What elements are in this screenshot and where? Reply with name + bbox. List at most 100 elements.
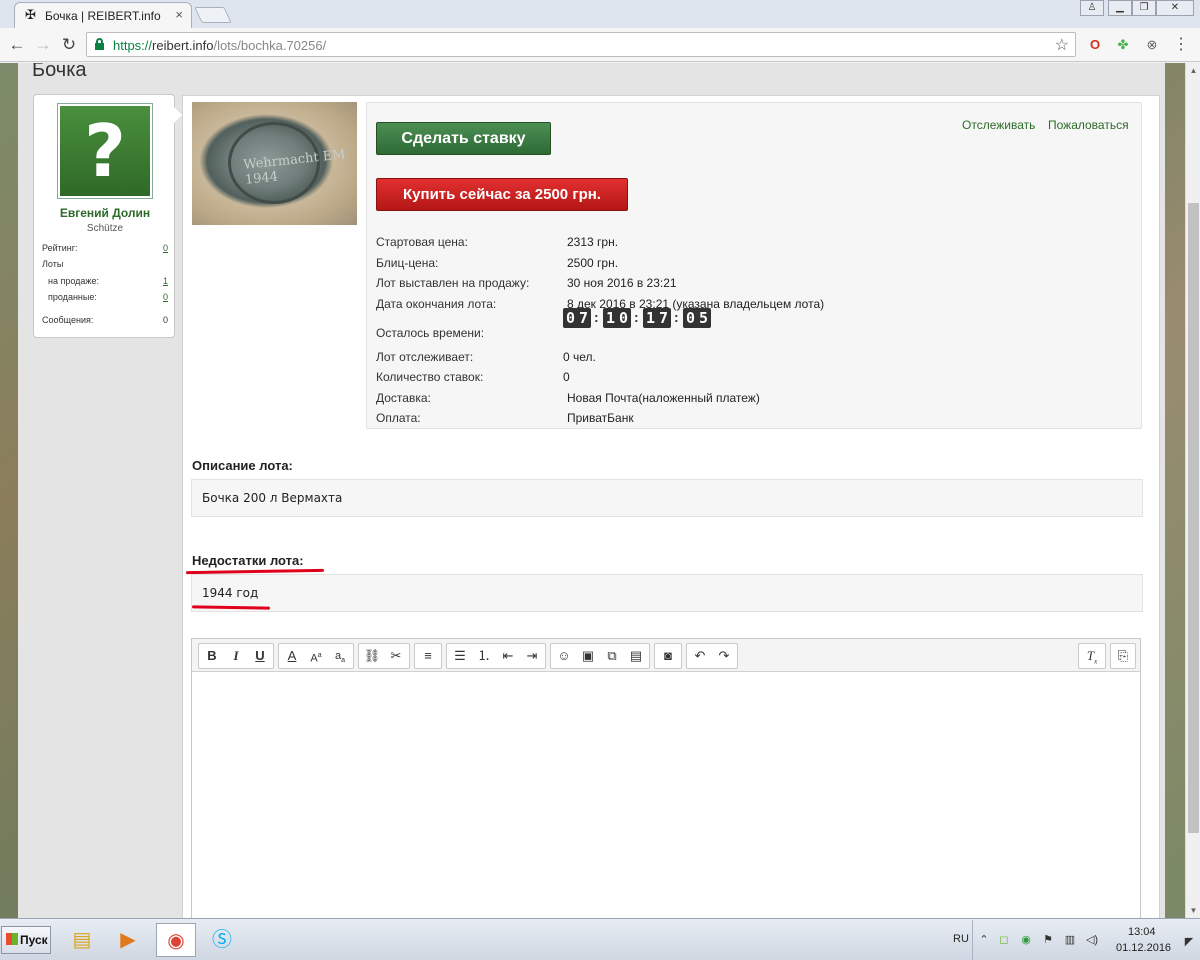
clock-date[interactable]: 01.12.2016 xyxy=(1116,942,1171,954)
editor-toolbar: B I U A Aa aa ⛓ ✂ ≡ ☰ ⒈ ⇤ ⇥ ☺ ▣ ⧉ ▤ ◙ ↶ … xyxy=(192,639,1140,672)
browser-tab[interactable]: ✠ Бочка | REIBERT.info × xyxy=(14,2,192,28)
tray-shield-icon[interactable]: ◉ xyxy=(1019,933,1033,947)
file-explorer-icon[interactable]: ▤ xyxy=(62,923,102,957)
buy-now-button[interactable]: Купить сейчас за 2500 грн. xyxy=(376,178,628,211)
description-box: Бочка 200 л Вермахта xyxy=(191,479,1143,517)
timer-hours: 10 xyxy=(603,308,631,328)
payment-value: ПриватБанк xyxy=(567,411,634,425)
messages-value: 0 xyxy=(162,315,168,325)
payment-label: Оплата: xyxy=(376,411,421,425)
seller-name[interactable]: Евгений Долин xyxy=(34,206,176,220)
italic-icon[interactable]: I xyxy=(226,647,246,665)
bookmark-star-icon[interactable]: ☆ xyxy=(1055,35,1069,55)
listed-date-value: 30 ноя 2016 в 23:21 xyxy=(567,276,677,290)
camera-group: ◙ xyxy=(654,643,682,669)
image-icon[interactable]: ▣ xyxy=(578,647,598,665)
lock-icon xyxy=(95,38,104,50)
menu-icon[interactable]: ⋮ xyxy=(1172,36,1190,54)
lots-heading: Лоты xyxy=(42,259,64,269)
show-hidden-icons-icon[interactable]: ⌃ xyxy=(977,933,991,947)
underline-icon[interactable]: U xyxy=(250,647,270,665)
back-icon[interactable]: ← xyxy=(6,34,28,56)
toggle-bbcode-icon[interactable]: ⎘ xyxy=(1113,647,1133,665)
reload-icon[interactable]: ↻ xyxy=(58,34,80,56)
sold-value[interactable]: 0 xyxy=(163,292,168,302)
extension-opera-icon[interactable]: O xyxy=(1086,36,1104,54)
start-price-value: 2313 грн. xyxy=(567,235,619,249)
extension-sync-icon[interactable]: ⊗ xyxy=(1143,36,1161,54)
font-family-icon[interactable]: aa xyxy=(330,647,350,665)
messages-stat: Сообщения: 0 xyxy=(42,315,168,325)
start-price-label: Стартовая цена: xyxy=(376,235,468,249)
on-sale-value[interactable]: 1 xyxy=(163,276,168,286)
messages-label: Сообщения: xyxy=(42,315,94,325)
redo-icon[interactable]: ↷ xyxy=(714,647,734,665)
rating-stat: Рейтинг: 0 xyxy=(42,243,168,253)
new-tab-button[interactable] xyxy=(194,7,232,23)
clock-time[interactable]: 13:04 xyxy=(1128,926,1156,938)
timer-minutes: 17 xyxy=(643,308,671,328)
align-icon[interactable]: ≡ xyxy=(418,647,438,665)
on-sale-stat: на продаже: 1 xyxy=(42,276,168,286)
code-icon[interactable]: ▤ xyxy=(626,647,646,665)
bold-icon[interactable]: B xyxy=(202,647,222,665)
font-group: A Aa aa xyxy=(278,643,354,669)
extension-puzzle-icon[interactable]: ✤ xyxy=(1114,36,1132,54)
smiley-icon[interactable]: ☺ xyxy=(554,647,574,665)
page-scrollbar[interactable]: ▲ ▼ xyxy=(1185,63,1200,918)
undo-icon[interactable]: ↶ xyxy=(690,647,710,665)
browser-toolbar: ← → ↻ https://reibert.info/lots/bochka.7… xyxy=(0,28,1200,62)
system-tray: ⌃ ◻ ◉ ⚑ ▥ ◁) xyxy=(972,920,1200,960)
bullet-list-icon[interactable]: ☰ xyxy=(450,647,470,665)
restore-icon[interactable]: ❐ xyxy=(1132,0,1156,16)
user-icon[interactable]: ♙ xyxy=(1080,0,1104,16)
language-indicator[interactable]: RU xyxy=(953,933,969,945)
forward-icon[interactable]: → xyxy=(32,34,54,56)
media-icon[interactable]: ⧉ xyxy=(602,647,622,665)
text-color-icon[interactable]: A xyxy=(282,647,302,665)
timer-seconds: 05 xyxy=(683,308,711,328)
scroll-down-icon[interactable]: ▼ xyxy=(1186,903,1200,918)
link-group: ⛓ ✂ xyxy=(358,643,410,669)
chrome-icon[interactable]: ◉ xyxy=(156,923,196,957)
bbcode-group: ⎘ xyxy=(1110,643,1136,669)
align-group: ≡ xyxy=(414,643,442,669)
window-close-icon[interactable]: ✕ xyxy=(1156,0,1194,16)
question-mark-icon: ? xyxy=(60,106,150,196)
windows-taskbar: Пуск ▤ ▶ ◉ Ⓢ RU ⌃ ◻ ◉ ⚑ ▥ ◁) 13:04 01.12… xyxy=(0,918,1200,960)
indent-icon[interactable]: ⇥ xyxy=(522,647,542,665)
tray-app-icon[interactable]: ◻ xyxy=(997,933,1011,947)
bids-count-label: Количество ставок: xyxy=(376,370,484,384)
outdent-icon[interactable]: ⇤ xyxy=(498,647,518,665)
address-bar[interactable]: https://reibert.info/lots/bochka.70256/ … xyxy=(86,32,1076,57)
show-desktop-icon[interactable]: ◤ xyxy=(1182,935,1196,949)
watch-link[interactable]: Отслеживать xyxy=(962,118,1035,132)
report-link[interactable]: Пожаловаться xyxy=(1048,118,1129,132)
skype-icon[interactable]: Ⓢ xyxy=(202,923,242,957)
media-player-icon[interactable]: ▶ xyxy=(108,923,148,957)
comment-textarea[interactable] xyxy=(192,673,1140,918)
remove-format-icon[interactable]: Tx xyxy=(1082,647,1102,666)
close-icon[interactable]: × xyxy=(175,7,183,22)
action-center-flag-icon[interactable]: ⚑ xyxy=(1041,933,1055,947)
place-bid-button[interactable]: Сделать ставку xyxy=(376,122,551,155)
minimize-icon[interactable]: ▁ xyxy=(1108,0,1132,16)
network-icon[interactable]: ▥ xyxy=(1063,933,1077,947)
volume-icon[interactable]: ◁) xyxy=(1085,933,1099,947)
scroll-up-icon[interactable]: ▲ xyxy=(1186,63,1200,78)
rating-value[interactable]: 0 xyxy=(163,243,168,253)
url-text: https://reibert.info/lots/bochka.70256/ xyxy=(113,38,327,53)
font-size-icon[interactable]: Aa xyxy=(306,647,326,665)
on-sale-label: на продаже: xyxy=(48,276,99,286)
scroll-thumb[interactable] xyxy=(1188,203,1199,833)
avatar[interactable]: ? xyxy=(57,103,153,199)
listed-date-label: Лот выставлен на продажу: xyxy=(376,276,530,290)
unlink-icon[interactable]: ✂ xyxy=(386,647,406,665)
seller-card: ? Евгений Долин Schütze Рейтинг: 0 Лоты … xyxy=(33,94,182,338)
lot-image[interactable]: Wehrmacht EM 1944 xyxy=(192,102,357,225)
start-button[interactable]: Пуск xyxy=(1,926,51,954)
numbered-list-icon[interactable]: ⒈ xyxy=(474,647,494,665)
link-icon[interactable]: ⛓ xyxy=(362,647,382,665)
comment-editor: B I U A Aa aa ⛓ ✂ ≡ ☰ ⒈ ⇤ ⇥ ☺ ▣ ⧉ ▤ ◙ ↶ … xyxy=(191,638,1141,918)
camera-icon[interactable]: ◙ xyxy=(658,647,678,665)
